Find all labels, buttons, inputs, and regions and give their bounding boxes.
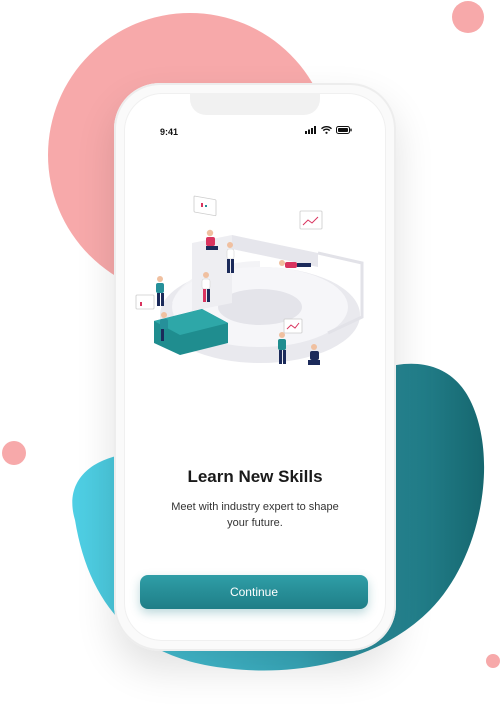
onboarding-stage: 9:41 Learn New Skills Meet with industry… xyxy=(0,0,501,717)
status-time: 9:41 xyxy=(160,127,179,137)
coral-dot-top-right xyxy=(452,1,484,33)
coral-dot-left xyxy=(2,441,26,465)
chart-board-top xyxy=(193,195,217,217)
wifi-icon xyxy=(321,126,332,134)
phone-screen: 9:41 Learn New Skills Meet with industry… xyxy=(124,93,386,641)
chart-board-left xyxy=(135,294,155,310)
signal-icon xyxy=(305,126,316,134)
phone-notch xyxy=(190,93,320,115)
continue-button[interactable]: Continue xyxy=(140,575,368,609)
pie-platform xyxy=(154,235,364,363)
status-icons xyxy=(305,126,352,134)
phone-frame: 9:41 Learn New Skills Meet with industry… xyxy=(114,83,396,651)
onboarding-subtitle: Meet with industry expert to shape your … xyxy=(171,501,339,529)
onboarding-title: Learn New Skills xyxy=(187,467,323,486)
coral-dot-bottom-right xyxy=(486,654,500,668)
chart-board-right xyxy=(299,210,323,230)
person-left-pointing xyxy=(156,276,164,306)
chart-board-center xyxy=(283,318,303,334)
battery-icon xyxy=(336,126,352,134)
skills-illustration xyxy=(135,195,364,365)
